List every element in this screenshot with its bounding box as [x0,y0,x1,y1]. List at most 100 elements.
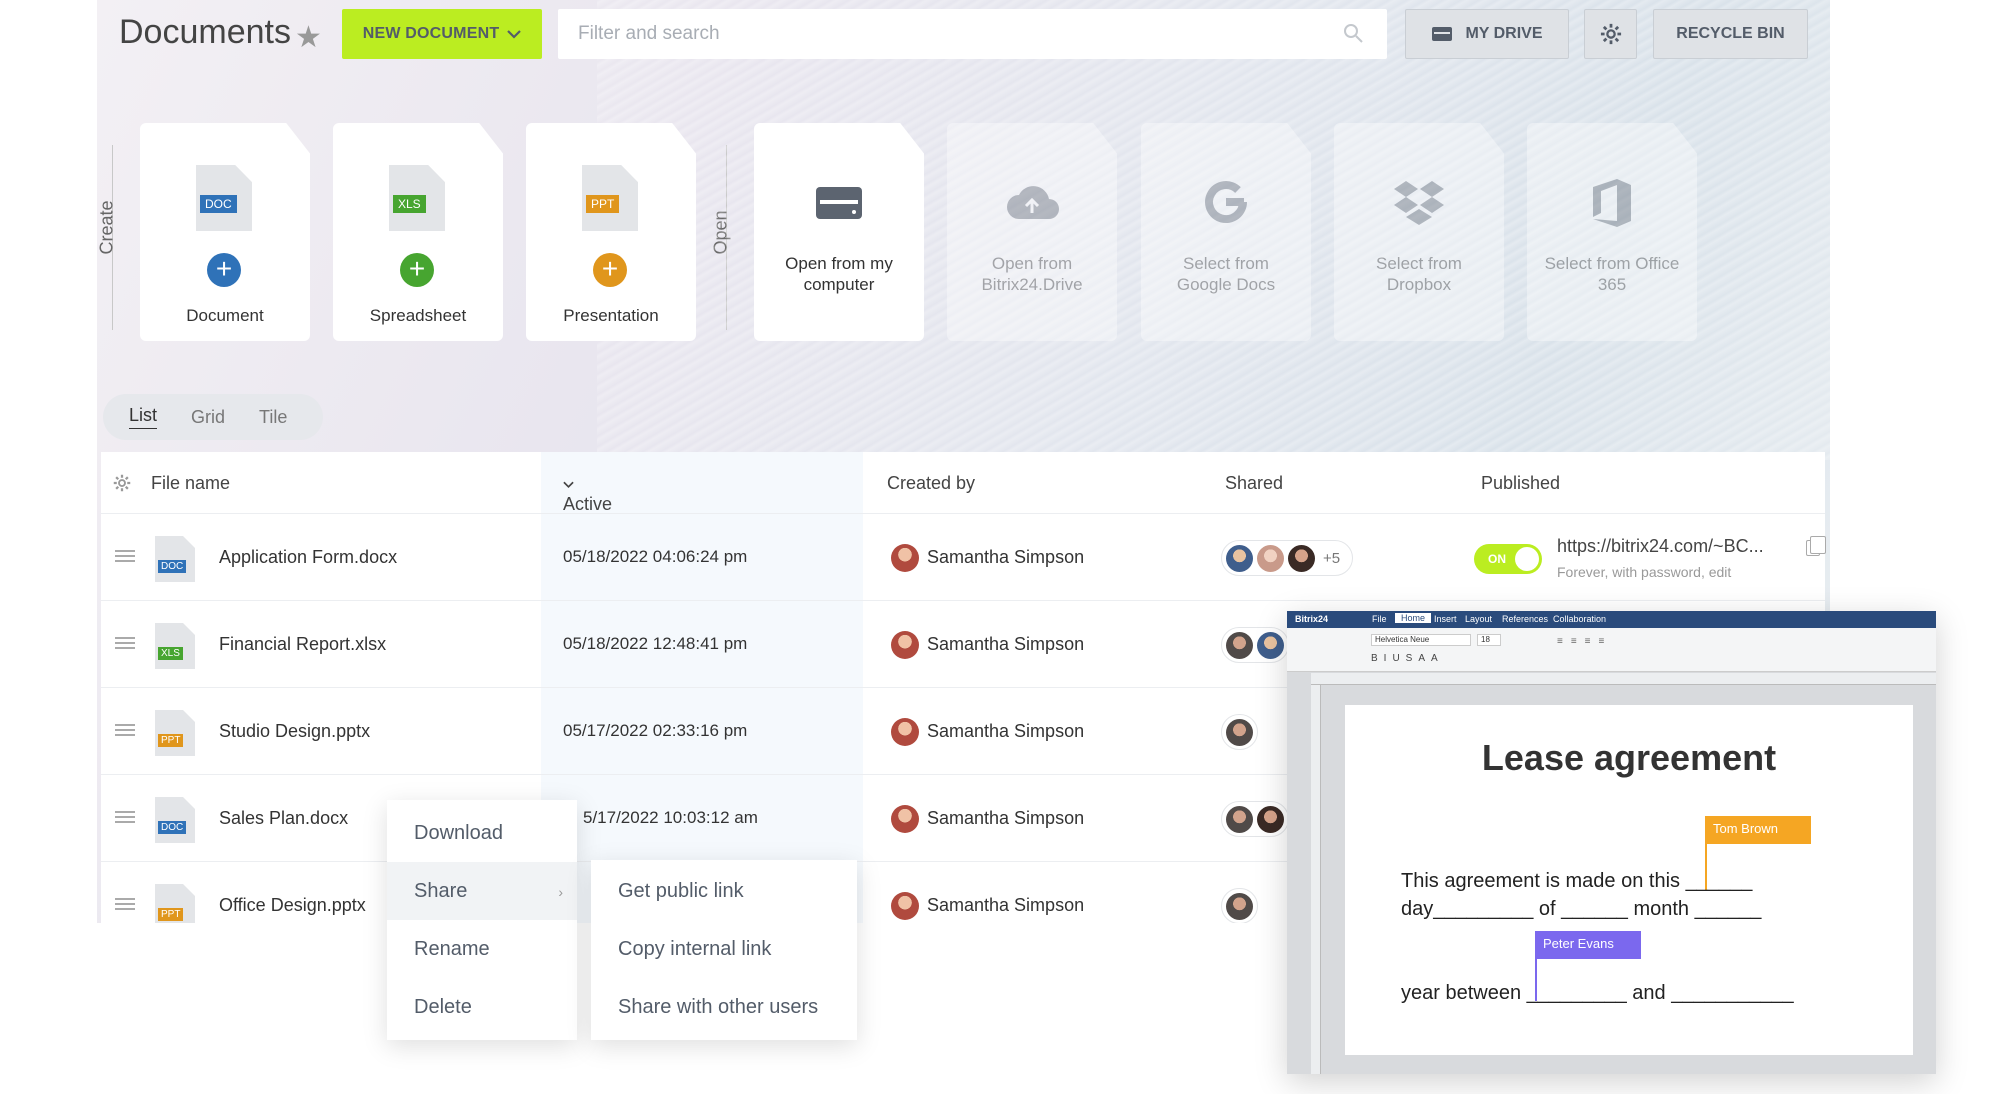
file-name[interactable]: Financial Report.xlsx [219,634,386,655]
public-link[interactable]: https://bitrix24.com/~BC... [1557,536,1764,557]
shared-users[interactable] [1221,888,1258,923]
editor-tab-insert[interactable]: Insert [1434,614,1457,624]
avatar [891,805,919,833]
select-from-google-label: Select from Google Docs [1141,253,1311,295]
avatar [1226,544,1253,572]
creator-name[interactable]: Samantha Simpson [927,634,1084,655]
menu-item-rename[interactable]: Rename [387,920,577,978]
creator-name[interactable]: Samantha Simpson [927,808,1084,829]
create-document-tile[interactable]: DOC + Document [140,123,310,341]
creator-name[interactable]: Samantha Simpson [927,895,1084,916]
menu-item-share-label: Share [414,879,468,902]
column-created-by[interactable]: Created by [887,473,975,494]
ppt-file-icon: PPT [582,165,638,231]
menu-item-get-public-link[interactable]: Get public link [591,862,857,920]
collaborator-tag-tom: Tom Brown [1705,816,1811,844]
file-date: 5/17/2022 10:03:12 am [583,808,758,827]
plus-icon: + [207,253,241,287]
publish-toggle[interactable]: ON [1474,544,1542,574]
search-input[interactable]: Filter and search [558,9,1387,59]
menu-item-share-with-users[interactable]: Share with other users [591,978,857,1036]
create-spreadsheet-tile[interactable]: XLS + Spreadsheet [333,123,503,341]
new-document-label: NEW DOCUMENT [362,25,500,42]
editor-tab-file[interactable]: File [1372,614,1387,624]
drag-handle-icon[interactable] [115,637,135,649]
avatar [1288,544,1315,572]
editor-tab-home[interactable]: Home [1395,613,1432,623]
editor-tab-references[interactable]: References [1502,614,1548,624]
format-buttons[interactable]: BIUSAA [1371,653,1444,664]
gear-icon[interactable] [113,474,131,492]
creator-name[interactable]: Samantha Simpson [927,547,1084,568]
drive-icon [1432,27,1453,41]
share-submenu: Get public link Copy internal link Share… [591,860,857,1040]
open-line1: Open from [991,254,1073,273]
ppt-tag: PPT [586,195,620,213]
gear-icon [1600,23,1621,45]
create-presentation-tile[interactable]: PPT + Presentation [526,123,696,341]
column-shared[interactable]: Shared [1225,473,1283,494]
star-icon[interactable]: ★ [295,20,322,55]
column-file-name[interactable]: File name [151,473,230,494]
chevron-right-icon: › [558,884,563,900]
open-line2: Bitrix24.Drive [981,275,1083,294]
file-name[interactable]: Office Design.pptx [219,895,366,916]
drag-handle-icon[interactable] [115,724,135,736]
menu-item-share[interactable]: Share › [387,862,577,920]
open-from-computer-tile[interactable]: Open from my computer [754,123,924,341]
page-title: Documents [119,13,291,51]
create-section-label: Create [97,200,117,255]
drag-handle-icon[interactable] [115,898,135,910]
select-from-office-label: Select from Office 365 [1527,253,1697,295]
tab-list[interactable]: List [129,405,158,429]
settings-button[interactable] [1584,9,1637,59]
column-active[interactable]: Active [563,473,612,514]
font-size-select[interactable]: 18 [1477,634,1501,646]
menu-item-copy-internal-link[interactable]: Copy internal link [591,920,857,978]
top-bar: Documents ★ NEW DOCUMENT Filter and sear… [97,0,1830,70]
font-select[interactable]: Helvetica Neue [1371,634,1471,646]
drag-handle-icon[interactable] [115,550,135,562]
context-menu: Download Share › Rename Delete [387,800,577,1040]
tab-grid[interactable]: Grid [191,407,225,428]
avatar [891,544,919,572]
column-published[interactable]: Published [1481,473,1560,494]
open-from-bitrix-drive-tile[interactable]: Open from Bitrix24.Drive [947,123,1117,341]
editor-tab-collaboration[interactable]: Collaboration [1553,614,1606,624]
menu-item-download[interactable]: Download [387,804,577,862]
file-name[interactable]: Application Form.docx [219,547,397,568]
open-line2: Google Docs [1176,275,1276,294]
drag-handle-icon[interactable] [115,811,135,823]
select-from-office-365-tile[interactable]: Select from Office 365 [1527,123,1697,341]
xls-tag: XLS [393,195,426,213]
drive-icon [816,187,862,219]
open-section-label: Open [710,210,731,255]
select-from-google-docs-tile[interactable]: Select from Google Docs [1141,123,1311,341]
file-name[interactable]: Studio Design.pptx [219,721,370,742]
new-document-button[interactable]: NEW DOCUMENT [342,9,542,59]
shared-users[interactable]: +5 [1221,540,1354,576]
select-from-dropbox-tile[interactable]: Select from Dropbox [1334,123,1504,341]
file-name[interactable]: Sales Plan.docx [219,808,348,829]
document-line-3: year between _________ and ___________ [1401,982,1794,1004]
my-drive-button[interactable]: MY DRIVE [1405,9,1569,59]
editor-tab-layout[interactable]: Layout [1465,614,1492,624]
collaborator-tag-peter: Peter Evans [1535,931,1641,959]
shared-users[interactable] [1221,801,1289,837]
view-mode-tabs: List Grid Tile [103,394,323,440]
shared-users[interactable] [1221,714,1258,750]
copy-icon[interactable] [1806,536,1826,556]
shared-users[interactable] [1221,627,1289,663]
document-page[interactable]: Lease agreement Tom Brown This agreement… [1345,705,1913,1055]
horizontal-ruler [1311,673,1936,685]
recycle-bin-button[interactable]: RECYCLE BIN [1653,9,1808,59]
tab-tile[interactable]: Tile [259,407,287,428]
file-type-tag: DOC [158,560,187,573]
file-date: 05/18/2022 04:06:24 pm [563,547,748,566]
menu-item-delete[interactable]: Delete [387,978,577,1036]
xls-file-icon: XLS [155,623,195,669]
paragraph-buttons[interactable]: ≡≡≡≡ [1557,636,1612,647]
table-row[interactable]: DOC Application Form.docx 05/18/2022 04:… [101,514,1826,601]
creator-name[interactable]: Samantha Simpson [927,721,1084,742]
editor-menubar: Bitrix24 File Home Insert Layout Referen… [1287,611,1936,628]
